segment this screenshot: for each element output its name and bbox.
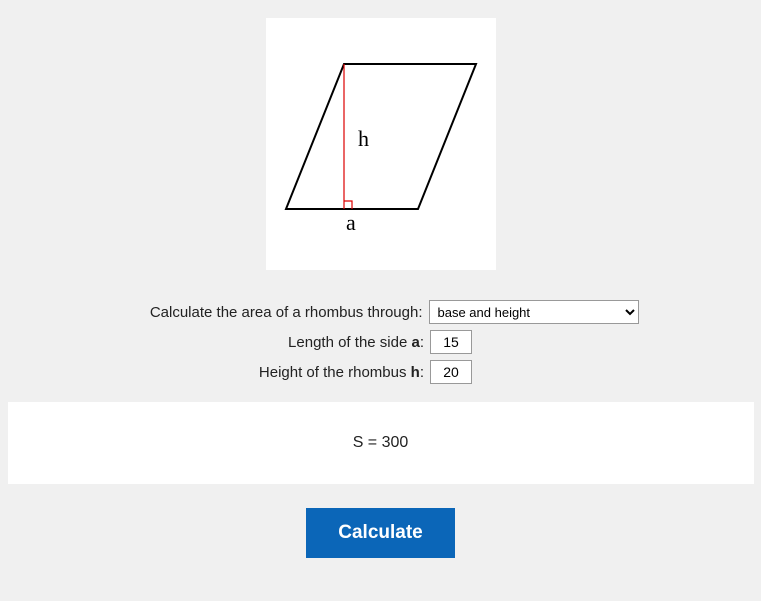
height-input[interactable]: [430, 360, 472, 384]
side-row: Length of the side a:: [0, 330, 761, 354]
form-area: Calculate the area of a rhombus through:…: [0, 300, 761, 384]
calculate-button[interactable]: Calculate: [306, 508, 454, 558]
label-h: h: [358, 126, 369, 151]
method-select[interactable]: base and height: [429, 300, 639, 324]
label-a: a: [346, 210, 356, 235]
side-label: Length of the side a:: [124, 334, 424, 351]
result-panel: S = 300: [8, 402, 754, 484]
right-angle-icon: [344, 201, 352, 209]
result-text: S = 300: [353, 434, 409, 451]
method-row: Calculate the area of a rhombus through:…: [0, 300, 761, 324]
height-label-prefix: Height of the rhombus: [259, 364, 411, 381]
side-label-prefix: Length of the side: [288, 334, 411, 351]
side-label-var: a: [411, 334, 419, 351]
rhombus-diagram: h a: [266, 18, 496, 270]
rhombus-shape: [286, 64, 476, 209]
height-label-var: h: [411, 364, 420, 381]
height-row: Height of the rhombus h:: [0, 360, 761, 384]
side-label-suffix: :: [420, 334, 424, 351]
height-label-suffix: :: [420, 364, 424, 381]
height-label: Height of the rhombus h:: [124, 364, 424, 381]
side-input[interactable]: [430, 330, 472, 354]
method-label: Calculate the area of a rhombus through:: [123, 304, 423, 321]
rhombus-svg: h a: [276, 34, 486, 254]
